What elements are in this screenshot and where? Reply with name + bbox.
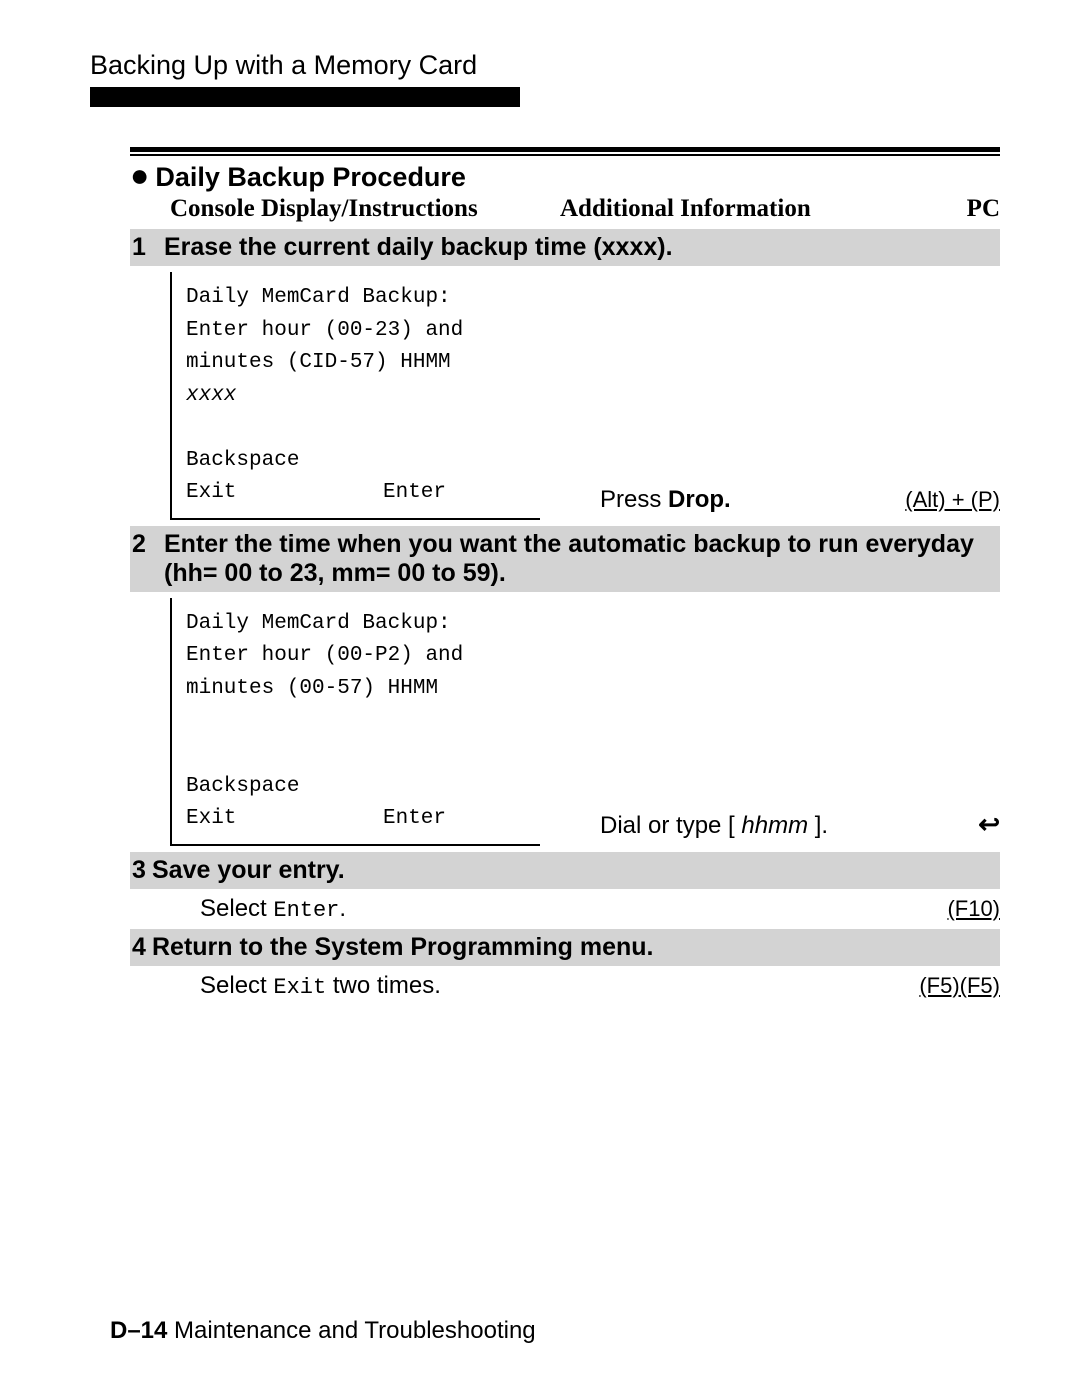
- console-line: Backspace: [186, 771, 528, 804]
- console-exit: Exit: [186, 803, 236, 836]
- console-exit: Exit: [186, 477, 236, 510]
- action-text: Select Exit two times.: [200, 972, 919, 1000]
- key-shortcut: (Alt) + (P): [905, 487, 1000, 513]
- step-title: Save your entry.: [152, 856, 1000, 885]
- step-title: Enter the time when you want the automat…: [164, 530, 1000, 588]
- columns-header: Console Display/Instructions Additional …: [130, 195, 1000, 223]
- step-num: 1: [130, 233, 164, 262]
- console-line: Daily MemCard Backup:: [186, 608, 528, 641]
- key-shortcut: (F10): [947, 896, 1000, 922]
- step-body-1: Daily MemCard Backup: Enter hour (00-23)…: [130, 266, 1000, 526]
- footer-text: Maintenance and Troubleshooting: [167, 1317, 535, 1344]
- console-enter: Enter: [383, 803, 446, 836]
- console-line: Backspace: [186, 445, 528, 478]
- console-last-row: Exit Enter: [186, 803, 446, 836]
- info-strong: Drop.: [668, 486, 731, 513]
- console-display: Daily MemCard Backup: Enter hour (00-P2)…: [170, 598, 540, 846]
- step-num: 4: [130, 933, 152, 962]
- action-suffix: .: [339, 895, 346, 922]
- console-spacer: [186, 412, 528, 445]
- info-row: Dial or type [ hhmm ]. ↩: [600, 809, 1000, 840]
- console-spacer: [186, 738, 528, 771]
- step-row-3: Select Enter. (F10): [130, 889, 1000, 929]
- procedure-title: Daily Backup Procedure: [155, 162, 466, 193]
- procedure-header: ● Daily Backup Procedure: [130, 160, 1000, 193]
- step-num: 2: [130, 530, 164, 559]
- title-underline: [90, 87, 520, 107]
- col-header-right: Additional Information: [560, 195, 967, 223]
- info-row: Press Drop. (Alt) + (P): [600, 486, 1000, 514]
- enter-icon: ↩: [978, 809, 1000, 840]
- col-header-left: Console Display/Instructions: [170, 195, 560, 223]
- console-line: Daily MemCard Backup:: [186, 282, 528, 315]
- bullet-icon: ●: [130, 160, 149, 190]
- console-enter: Enter: [383, 477, 446, 510]
- footer-page-num: D–14: [110, 1317, 167, 1344]
- info-column: Press Drop. (Alt) + (P): [540, 272, 1000, 520]
- console-line: Enter hour (00-23) and: [186, 315, 528, 348]
- step-bar-1: 1 Erase the current daily backup time (x…: [130, 229, 1000, 266]
- step-title: Return to the System Programming menu.: [152, 933, 1000, 962]
- content: ● Daily Backup Procedure Console Display…: [90, 147, 1000, 1006]
- console-display: Daily MemCard Backup: Enter hour (00-23)…: [170, 272, 540, 520]
- step-num: 3: [130, 856, 152, 885]
- step-body-2: Daily MemCard Backup: Enter hour (00-P2)…: [130, 592, 1000, 852]
- step-bar-2: 2 Enter the time when you want the autom…: [130, 526, 1000, 592]
- info-prefix: Dial or type [: [600, 812, 741, 839]
- page-title: Backing Up with a Memory Card: [90, 50, 1000, 81]
- action-prefix: Select: [200, 895, 273, 922]
- double-rule: [130, 147, 1000, 156]
- info-ital: hhmm: [741, 812, 808, 839]
- action-mono: Exit: [273, 975, 326, 1000]
- info-suffix: ].: [808, 812, 828, 839]
- console-line: xxxx: [186, 380, 528, 413]
- page-footer: D–14 Maintenance and Troubleshooting: [110, 1317, 536, 1345]
- action-suffix: two times.: [326, 972, 441, 999]
- step-bar-3: 3 Save your entry.: [130, 852, 1000, 889]
- console-last-row: Exit Enter: [186, 477, 446, 510]
- console-line: Enter hour (00-P2) and: [186, 640, 528, 673]
- action-prefix: Select: [200, 972, 273, 999]
- action-text: Select Enter.: [200, 895, 947, 923]
- info-text: Dial or type [ hhmm ].: [600, 812, 828, 840]
- console-spacer: [186, 705, 528, 738]
- console-line: minutes (00-57) HHMM: [186, 673, 528, 706]
- col-header-pc: PC: [967, 195, 1000, 223]
- step-row-4: Select Exit two times. (F5)(F5): [130, 966, 1000, 1006]
- info-column: Dial or type [ hhmm ]. ↩: [540, 598, 1000, 846]
- step-title: Erase the current daily backup time (xxx…: [164, 233, 1000, 262]
- info-text: Press Drop.: [600, 486, 731, 514]
- key-shortcut: (F5)(F5): [919, 973, 1000, 999]
- action-mono: Enter: [273, 898, 339, 923]
- step-bar-4: 4 Return to the System Programming menu.: [130, 929, 1000, 966]
- console-line: minutes (CID-57) HHMM: [186, 347, 528, 380]
- info-prefix: Press: [600, 486, 668, 513]
